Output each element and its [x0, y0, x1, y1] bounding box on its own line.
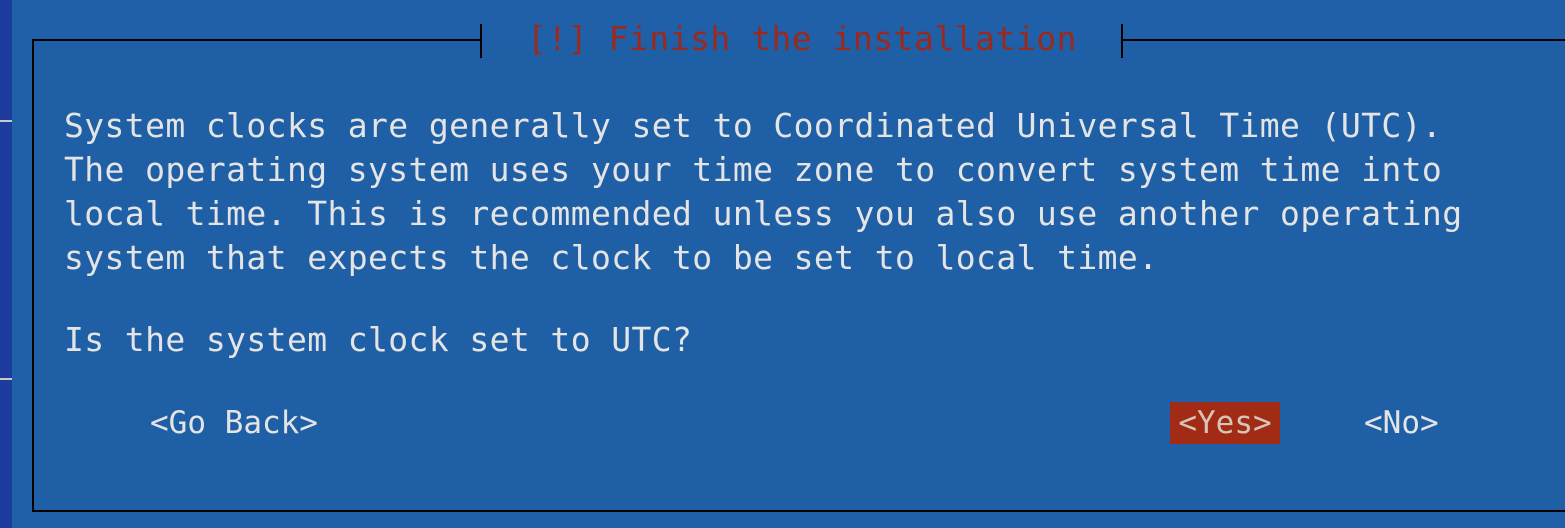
yes-button[interactable]: <Yes> — [1170, 402, 1280, 444]
go-back-button[interactable]: <Go Back> — [150, 402, 318, 444]
dialog-message: System clocks are generally set to Coord… — [64, 106, 1463, 277]
dialog-frame-top-right — [1123, 39, 1565, 41]
dialog-title: [!] Finish the installation — [527, 19, 1077, 58]
title-frame-tick-left — [480, 24, 482, 58]
dialog-frame-left — [32, 39, 34, 511]
dialog-frame-top-left — [32, 39, 480, 41]
dialog-frame-bottom — [32, 510, 1565, 512]
edge-marker — [0, 378, 12, 380]
left-edge-strip — [0, 100, 12, 528]
dialog-question: Is the system clock set to UTC? — [64, 320, 693, 359]
edge-marker — [0, 120, 12, 122]
no-button[interactable]: <No> — [1364, 402, 1439, 444]
title-frame-tick-right — [1121, 24, 1123, 58]
